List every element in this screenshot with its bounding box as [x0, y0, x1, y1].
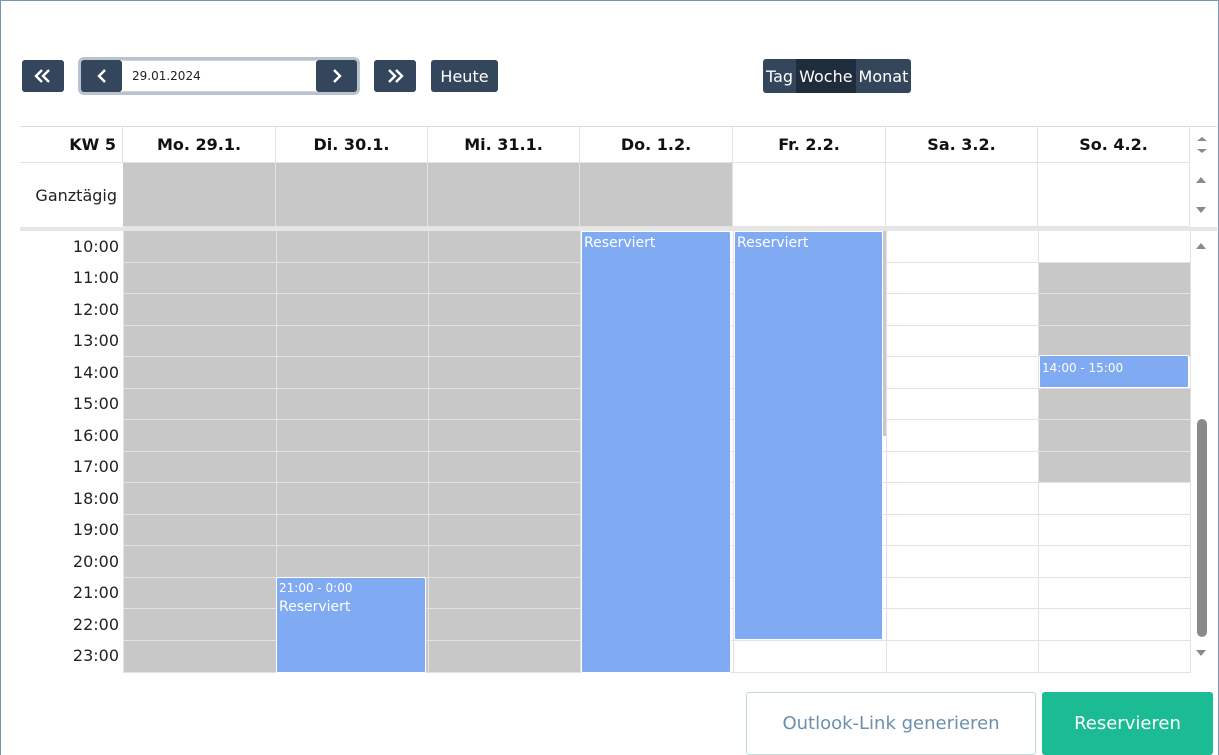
chevron-right-icon [332, 68, 342, 84]
reserve-button[interactable]: Reservieren [1042, 692, 1213, 755]
allday-cell[interactable] [428, 163, 580, 227]
day-header-sun: So. 4.2. [1038, 127, 1190, 163]
time-label: 20:00 [72, 552, 119, 571]
event-title: Reserviert [737, 235, 809, 251]
header-scroll-up-icon[interactable] [1197, 137, 1207, 141]
grid-scrollbar-thumb[interactable] [1197, 419, 1207, 637]
time-label: 13:00 [72, 331, 119, 350]
time-label: 21:00 [72, 583, 119, 602]
time-label: 16:00 [72, 426, 119, 445]
outlook-link-button[interactable]: Outlook-Link generieren [746, 692, 1036, 755]
day-header-wed: Mi. 31.1. [428, 127, 580, 163]
view-day-button[interactable]: Tag [763, 59, 797, 93]
event-time: 21:00 - 0:00 [279, 581, 353, 595]
view-week-button[interactable]: Woche [796, 59, 856, 93]
column-line [428, 231, 429, 673]
day-header-sat: Sa. 3.2. [886, 127, 1038, 163]
allday-scroll-up-icon[interactable] [1196, 177, 1206, 183]
event-thursday[interactable]: Reserviert [581, 231, 731, 673]
column-line [1038, 231, 1039, 673]
chevron-left-icon [96, 68, 107, 84]
grid-scroll-down-icon[interactable] [1196, 650, 1206, 656]
header-scroll-down-icon[interactable] [1197, 149, 1207, 153]
time-label: 14:00 [72, 363, 119, 382]
view-month-button[interactable]: Monat [855, 59, 912, 93]
time-label: 23:00 [72, 646, 119, 665]
allday-cell[interactable] [580, 163, 733, 227]
next-button[interactable] [316, 60, 357, 92]
allday-label: Ganztägig [35, 185, 117, 205]
time-label: 11:00 [72, 268, 119, 287]
double-chevron-left-icon [34, 69, 52, 83]
event-tuesday[interactable]: 21:00 - 0:00 Reserviert [276, 577, 426, 673]
column-line [123, 231, 124, 673]
resize-handle[interactable] [883, 231, 886, 436]
week-number: KW 5 [20, 127, 123, 163]
view-switcher: Tag Woche Monat [763, 59, 912, 93]
time-label: 12:00 [72, 300, 119, 319]
double-chevron-right-icon [386, 69, 404, 83]
time-grid[interactable]: 10:00 11:00 12:00 13:00 14:00 15:00 16:0… [20, 231, 1217, 673]
unavailable-block [1038, 388, 1191, 482]
column-line [886, 231, 887, 673]
allday-scroll-down-icon[interactable] [1196, 207, 1206, 213]
unavailable-block [1038, 262, 1191, 356]
event-title: Reserviert [584, 235, 656, 251]
previous-button[interactable] [81, 60, 122, 92]
date-input[interactable]: 29.01.2024 [122, 60, 316, 92]
event-title: Reserviert [279, 599, 351, 615]
time-label: 18:00 [72, 489, 119, 508]
day-header-fri: Fr. 2.2. [733, 127, 886, 163]
time-label: 10:00 [72, 237, 119, 256]
last-page-button[interactable] [374, 60, 416, 92]
today-button[interactable]: Heute [431, 60, 498, 92]
day-header-tue: Di. 30.1. [276, 127, 428, 163]
event-friday[interactable]: Reserviert [734, 231, 883, 640]
allday-cell[interactable] [276, 163, 428, 227]
time-label: 15:00 [72, 394, 119, 413]
time-label: 22:00 [72, 615, 119, 634]
day-header-thu: Do. 1.2. [580, 127, 733, 163]
grid-scroll-up-icon[interactable] [1196, 243, 1206, 249]
allday-cell[interactable] [886, 163, 1038, 227]
allday-cell[interactable] [1038, 163, 1190, 227]
allday-cell[interactable] [733, 163, 886, 227]
allday-cell[interactable] [123, 163, 276, 227]
time-label: 19:00 [72, 520, 119, 539]
first-page-button[interactable] [22, 60, 64, 92]
day-header-mon: Mo. 29.1. [123, 127, 276, 163]
week-calendar: KW 5 Mo. 29.1. Di. 30.1. Mi. 31.1. Do. 1… [20, 126, 1217, 673]
column-line [1190, 231, 1191, 673]
time-label: 17:00 [72, 457, 119, 476]
event-time: 14:00 - 15:00 [1042, 361, 1124, 375]
event-sunday[interactable]: 14:00 - 15:00 [1039, 355, 1189, 388]
